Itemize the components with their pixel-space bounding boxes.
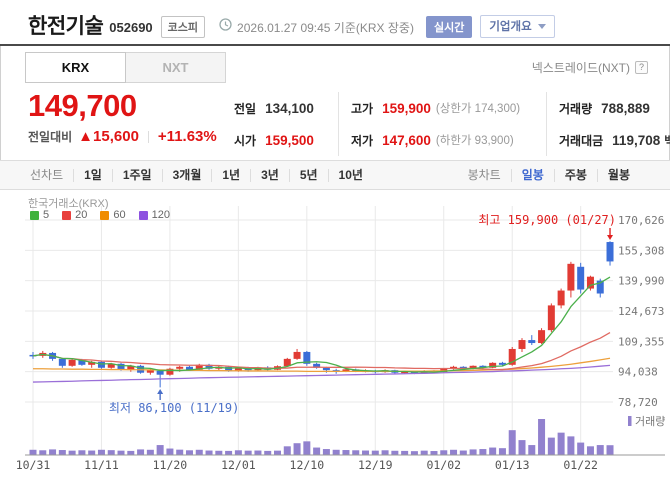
stat-prev-close: 전일 134,100 <box>234 92 326 124</box>
period-tabs: 선차트1일1주일3개월1년3년5년10년 <box>30 169 373 182</box>
stock-detail-page: 한전기술 052690 코스피 2026.01.27 09:45 기준(KRX … <box>0 0 670 487</box>
chevron-down-icon <box>538 24 546 29</box>
candle-type-tabs: 봉차트일봉주봉월봉 <box>468 169 640 182</box>
market-badge: 코스피 <box>161 16 205 38</box>
realtime-badge: 실시간 <box>426 16 472 38</box>
volume-legend: 거래량 <box>628 415 665 428</box>
tab-candle-chart: 봉차트 <box>468 169 511 182</box>
clock-icon <box>219 18 232 36</box>
svg-text:12/19: 12/19 <box>358 458 393 472</box>
svg-text:01/02: 01/02 <box>426 458 461 472</box>
svg-text:139,990: 139,990 <box>618 275 664 288</box>
x-axis-labels: 10/31 11/11 11/20 12/01 12/10 12/19 01/02 01/13… <box>16 458 598 472</box>
svg-text:01/22: 01/22 <box>563 458 598 472</box>
up-arrow-icon: ▲ <box>78 128 93 145</box>
tab-1year[interactable]: 1년 <box>211 169 250 182</box>
svg-text:01/13: 01/13 <box>495 458 530 472</box>
ma-swatch-icon <box>30 211 39 220</box>
volume-bars <box>30 419 614 455</box>
stock-name: 한전기술 <box>28 10 103 40</box>
quote-timestamp: 2026.01.27 09:45 기준(KRX 장중) <box>237 19 414 36</box>
svg-text:94,038: 94,038 <box>618 366 658 379</box>
divider <box>148 131 149 143</box>
ma-line <box>33 277 610 372</box>
tab-nxt[interactable]: NXT <box>125 52 226 83</box>
svg-text:155,308: 155,308 <box>618 244 664 257</box>
tab-10year[interactable]: 10년 <box>328 169 373 182</box>
annotation-high: 최고 159,900 (01/27) <box>478 213 616 240</box>
stat-open: 시가 159,500 <box>234 124 326 156</box>
tab-krx[interactable]: KRX <box>25 52 126 83</box>
svg-text:78,720: 78,720 <box>618 396 658 409</box>
svg-text:최저 86,100 (11/19): 최저 86,100 (11/19) <box>109 401 239 415</box>
svg-text:12/10: 12/10 <box>290 458 325 472</box>
svg-text:10/31: 10/31 <box>16 458 51 472</box>
company-overview-button[interactable]: 기업개요 <box>480 15 554 38</box>
ma-legend-item-60: 60 <box>100 209 125 221</box>
svg-text:12/01: 12/01 <box>221 458 256 472</box>
tab-weekly[interactable]: 주봉 <box>554 169 597 182</box>
current-price: 149,700 <box>28 88 137 124</box>
header-divider <box>0 44 670 46</box>
svg-text:11/11: 11/11 <box>84 458 119 472</box>
annotation-low: 최저 86,100 (11/19) <box>109 389 239 415</box>
change-value: ▲15,600 <box>78 128 139 145</box>
ma-swatch-icon <box>100 211 109 220</box>
ma-legend-item-5: 5 <box>30 209 49 221</box>
svg-text:최고 159,900 (01/27): 최고 159,900 (01/27) <box>478 213 616 227</box>
tab-monthly[interactable]: 월봉 <box>597 169 640 182</box>
svg-text:거래량: 거래량 <box>635 415 665 428</box>
change-label: 전일대비 <box>28 128 72 145</box>
stat-low: 저가 147,600 (하한가 93,900) <box>351 124 534 156</box>
change-percent: +11.63% <box>158 128 217 145</box>
stat-high: 고가 159,900 (상한가 174,300) <box>351 92 534 124</box>
tab-5year[interactable]: 5년 <box>289 169 328 182</box>
stat-volume: 거래량 788,889 <box>559 92 670 124</box>
chart-section: 170,626 155,308 139,990 124,673 109,355 94,03… <box>0 190 670 487</box>
tab-3month[interactable]: 3개월 <box>162 169 212 182</box>
ma-legend-item-120: 120 <box>139 209 170 221</box>
header: 한전기술 052690 코스피 2026.01.27 09:45 기준(KRX … <box>28 10 654 40</box>
ma-legend: 5 20 60 120 <box>30 209 183 221</box>
stock-code: 052690 <box>109 20 152 35</box>
tab-1week[interactable]: 1주일 <box>112 169 162 182</box>
company-overview-label: 기업개요 <box>489 18 531 34</box>
svg-text:124,673: 124,673 <box>618 305 664 318</box>
tab-line-chart: 선차트 <box>30 169 73 182</box>
tab-daily[interactable]: 일봉 <box>511 169 554 182</box>
tab-1day[interactable]: 1일 <box>73 169 112 182</box>
grid-layer <box>25 206 613 455</box>
stat-trade-value: 거래대금 119,708 백만 <box>559 124 670 156</box>
help-icon[interactable]: ? <box>635 61 648 74</box>
price-volume-chart: 170,626 155,308 139,990 124,673 109,355 94,03… <box>0 190 670 487</box>
ma-legend-item-20: 20 <box>62 209 87 221</box>
nextrade-link: 넥스트레이드(NXT) ? <box>532 59 648 76</box>
price-change-row: 전일대비 ▲15,600 +11.63% <box>28 128 217 145</box>
y-axis-labels: 170,626 155,308 139,990 124,673 109,355 94,03… <box>618 214 664 409</box>
svg-text:11/20: 11/20 <box>153 458 188 472</box>
price-stats: 전일 134,100 시가 159,500 고가 159,900 (상한가 17… <box>234 92 670 156</box>
svg-text:170,626: 170,626 <box>618 214 664 227</box>
ma-swatch-icon <box>139 211 148 220</box>
ma-swatch-icon <box>62 211 71 220</box>
nextrade-label: 넥스트레이드(NXT) <box>532 59 630 76</box>
chart-toolbar: 선차트1일1주일3개월1년3년5년10년 봉차트일봉주봉월봉 <box>0 160 670 190</box>
tab-3year[interactable]: 3년 <box>250 169 289 182</box>
svg-text:109,355: 109,355 <box>618 335 664 348</box>
